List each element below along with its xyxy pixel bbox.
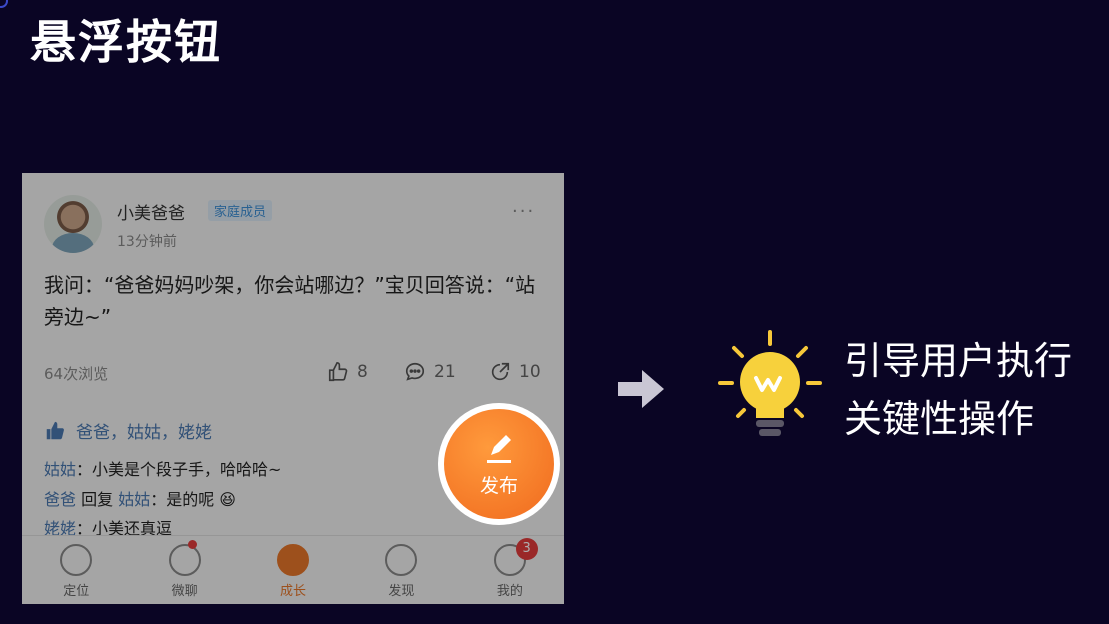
tab-growth[interactable]: 成长 bbox=[239, 536, 347, 604]
tab-discover[interactable]: 发现 bbox=[347, 536, 455, 604]
publish-fab-inner: 发布 bbox=[444, 409, 554, 519]
comment-count: 21 bbox=[434, 362, 456, 382]
reply-target[interactable]: 姑姑 bbox=[118, 490, 150, 509]
comment-text: ：小美是个段子手，哈哈哈~ bbox=[76, 460, 282, 479]
growth-icon bbox=[277, 544, 310, 576]
share-icon bbox=[491, 362, 510, 381]
comment-item[interactable]: 姑姑：小美是个段子手，哈哈哈~ bbox=[44, 456, 281, 480]
tab-location[interactable]: 定位 bbox=[22, 536, 130, 604]
share-count: 10 bbox=[519, 362, 541, 382]
phone-screenshot: 小美爸爸 家庭成员 13分钟前 ··· 我问：“爸爸妈妈吵架，你会站哪边？”宝贝… bbox=[22, 173, 564, 604]
corner-decoration bbox=[0, 0, 8, 8]
like-count: 8 bbox=[357, 362, 368, 382]
liked-by-row: 爸爸，姑姑，姥姥 bbox=[44, 418, 212, 443]
publish-fab-button[interactable]: 发布 bbox=[438, 403, 560, 525]
chat-icon bbox=[168, 544, 201, 576]
user-name[interactable]: 小美爸爸 bbox=[117, 199, 185, 224]
tab-label: 成长 bbox=[280, 584, 307, 599]
reply-word: 回复 bbox=[76, 490, 119, 509]
thumbs-up-icon bbox=[328, 362, 348, 382]
member-badge: 家庭成员 bbox=[208, 200, 273, 221]
tab-chat[interactable]: 微聊 bbox=[130, 536, 238, 604]
comment-button[interactable]: 21 bbox=[404, 361, 456, 383]
more-icon[interactable]: ··· bbox=[512, 201, 535, 222]
compass-icon bbox=[385, 544, 418, 576]
tab-label: 发现 bbox=[388, 584, 415, 599]
comment-icon bbox=[405, 362, 425, 381]
caption-line-2: 关键性操作 bbox=[844, 397, 1035, 441]
comment-item[interactable]: 爸爸 回复 姑姑：是的呢 😆 bbox=[44, 486, 236, 510]
liked-by-names: 爸爸，姑姑，姥姥 bbox=[76, 423, 212, 443]
tab-label: 微聊 bbox=[171, 584, 198, 599]
tab-label: 定位 bbox=[63, 584, 90, 599]
like-button[interactable]: 8 bbox=[327, 361, 368, 383]
comment-author[interactable]: 爸爸 bbox=[44, 490, 76, 509]
tab-label: 我的 bbox=[496, 584, 523, 599]
slide-title: 悬浮按钮 bbox=[30, 15, 222, 69]
avatar[interactable] bbox=[44, 195, 102, 253]
caption-line-1: 引导用户执行 bbox=[844, 339, 1073, 383]
location-icon bbox=[60, 544, 93, 576]
lightbulb-icon bbox=[718, 330, 822, 436]
caption-block: 引导用户执行 关键性操作 bbox=[844, 332, 1072, 448]
comment-text: ：是的呢 😆 bbox=[150, 490, 236, 509]
arrow-right-icon bbox=[618, 370, 664, 408]
unread-badge: 3 bbox=[515, 538, 538, 560]
comment-author[interactable]: 姑姑 bbox=[44, 460, 76, 479]
post-time: 13分钟前 bbox=[117, 234, 177, 250]
edit-icon bbox=[487, 434, 511, 463]
view-count: 64次浏览 bbox=[44, 365, 109, 383]
share-button[interactable]: 10 bbox=[489, 361, 541, 383]
bottom-tab-bar: 定位 微聊 成长 发现 3 我的 bbox=[22, 535, 564, 604]
fab-label: 发布 bbox=[479, 474, 518, 497]
tab-me[interactable]: 3 我的 bbox=[456, 536, 564, 604]
thumbs-up-filled-icon bbox=[46, 421, 64, 439]
post-text: 我问：“爸爸妈妈吵架，你会站哪边？”宝贝回答说：“站旁边~” bbox=[44, 273, 536, 329]
